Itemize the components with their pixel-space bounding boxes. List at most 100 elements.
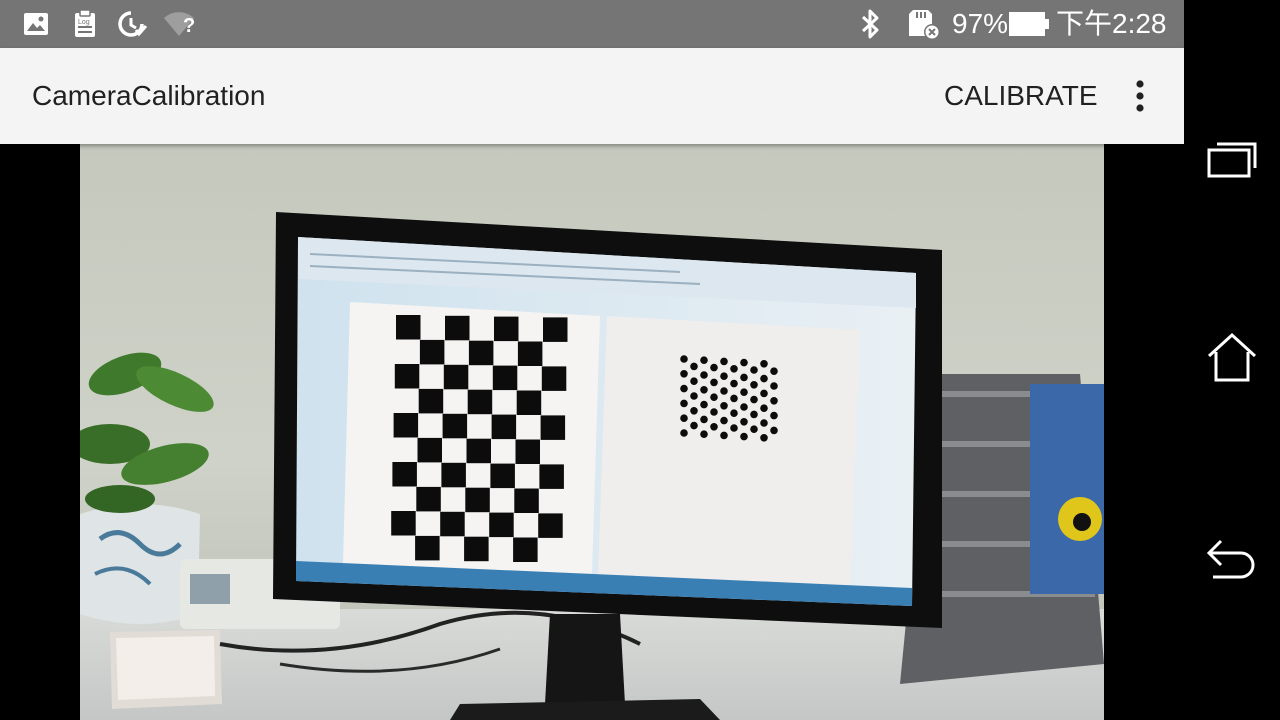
checker-square	[396, 315, 421, 340]
checker-square	[415, 535, 440, 561]
calibration-dot	[760, 389, 768, 398]
calibration-dot	[730, 424, 738, 432]
calibration-dot	[760, 374, 768, 383]
checker-square	[416, 486, 441, 512]
checker-square	[394, 364, 420, 389]
calibration-dot	[690, 421, 698, 430]
checker-square	[465, 487, 490, 513]
calibration-dot	[680, 384, 688, 393]
calibration-dot	[690, 362, 698, 371]
sd-card-icon	[906, 10, 942, 40]
battery-icon	[1008, 10, 1050, 38]
screen: Log ? 97% 下午2:28 CameraCalibration CALIB…	[0, 0, 1280, 720]
calibration-dot	[760, 419, 768, 427]
calibration-dot	[750, 381, 758, 389]
camera-preview[interactable]	[80, 144, 1104, 720]
calibration-dot	[730, 394, 738, 403]
checker-square	[489, 512, 514, 538]
checker-square	[466, 438, 491, 464]
calibration-dot	[740, 358, 748, 367]
calibration-dot	[730, 379, 738, 388]
checker-square	[543, 317, 568, 342]
calibrate-button[interactable]: CALIBRATE	[930, 72, 1112, 120]
calibration-dot	[720, 431, 728, 440]
recent-apps-icon[interactable]	[1200, 126, 1264, 190]
calibration-dot	[700, 356, 708, 364]
checker-square	[514, 488, 539, 513]
calibration-dot	[690, 377, 698, 385]
checker-square	[464, 536, 489, 562]
checker-square	[418, 388, 444, 414]
sync-check-icon	[116, 10, 148, 38]
calibration-dot	[710, 423, 718, 431]
home-icon[interactable]	[1200, 326, 1264, 390]
checker-square	[515, 439, 540, 464]
calibration-dot	[760, 404, 768, 413]
checker-square	[541, 366, 567, 391]
calibration-dot	[700, 386, 708, 394]
calibration-dot	[740, 432, 748, 441]
checker-square	[443, 364, 469, 390]
calibration-dot	[680, 355, 688, 363]
checker-square	[540, 415, 566, 440]
wifi-question-label: ?	[183, 15, 196, 37]
status-bar: Log ? 97% 下午2:28	[0, 0, 1184, 48]
log-label: Log	[78, 19, 90, 26]
checker-square	[440, 511, 465, 537]
checker-square	[417, 437, 442, 463]
calibration-dot	[720, 402, 728, 410]
checker-square	[392, 462, 417, 487]
calibration-dot	[720, 416, 728, 425]
calibration-dot	[680, 370, 688, 378]
calibration-dot	[710, 378, 718, 387]
calibration-dot	[710, 393, 718, 401]
checker-square	[494, 316, 519, 342]
checker-square	[442, 413, 468, 439]
checker-square	[513, 537, 538, 562]
calibration-dot	[760, 434, 768, 442]
wifi-question-icon: ?	[162, 10, 198, 38]
calibration-dot	[710, 408, 718, 416]
calibration-dot	[680, 414, 688, 423]
calibration-dot	[770, 397, 778, 405]
checker-square	[538, 513, 563, 538]
calibration-dot	[710, 363, 718, 372]
calibration-dot	[760, 360, 768, 368]
calibration-dot	[770, 367, 778, 375]
calibration-dot	[700, 415, 708, 424]
navigation-bar	[1184, 0, 1280, 720]
clock: 下午2:28	[1056, 8, 1167, 39]
calibration-dot	[770, 382, 778, 390]
calibration-dot	[700, 430, 708, 439]
calibration-dot	[740, 403, 748, 411]
back-icon[interactable]	[1200, 528, 1264, 592]
battery-percent: 97%	[952, 8, 1009, 39]
calibration-dot	[750, 366, 758, 374]
checker-square	[393, 413, 419, 438]
calibration-dot	[720, 372, 728, 380]
checker-square	[490, 463, 515, 489]
calibration-dot	[750, 410, 758, 419]
checker-square	[445, 315, 470, 341]
calibration-dot	[740, 418, 748, 426]
log-clipboard-icon: Log	[72, 10, 98, 38]
calibration-dot	[730, 409, 738, 418]
checker-square	[467, 389, 493, 415]
app-bar: CameraCalibration CALIBRATE	[0, 48, 1184, 144]
calibration-dot	[740, 388, 748, 396]
checker-square	[492, 365, 518, 391]
checker-square	[391, 511, 416, 536]
checker-square	[491, 414, 517, 440]
checker-square	[419, 339, 445, 365]
calibration-dot	[680, 399, 688, 408]
calibration-dot	[770, 411, 778, 420]
calibration-dot	[740, 373, 748, 382]
calibration-dot	[750, 425, 758, 434]
calibration-dot	[720, 357, 728, 366]
calibration-dot	[750, 395, 758, 404]
calibration-dot	[680, 429, 688, 437]
more-vert-icon[interactable]	[1116, 72, 1164, 120]
bluetooth-icon	[858, 9, 882, 39]
calibration-dot	[720, 387, 728, 395]
calibration-dot	[690, 407, 698, 415]
